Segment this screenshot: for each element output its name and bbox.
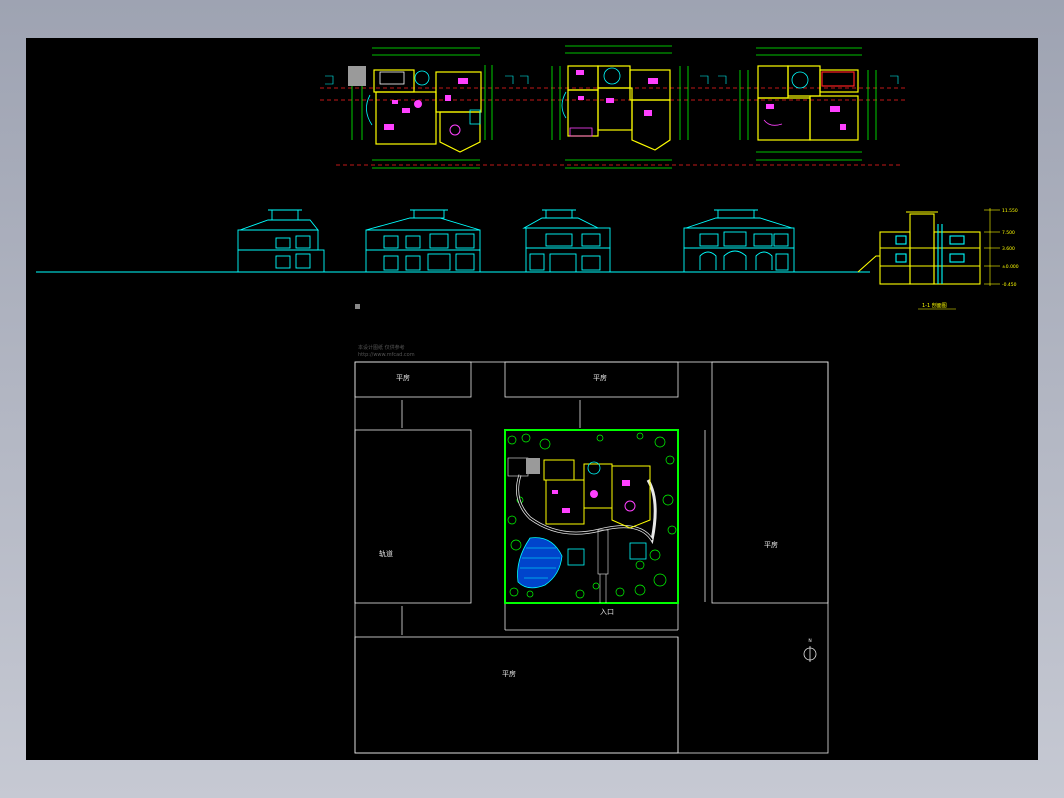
floor-plan-3 [718, 47, 899, 161]
section-title: 1-1 剖面图 [922, 302, 947, 309]
elevations: 11.550 7.500 3.600 ±0.000 -0.450 1-1 剖面图 [36, 208, 1019, 310]
block-right [711, 361, 829, 604]
cad-canvas[interactable]: 11.550 7.500 3.600 ±0.000 -0.450 1-1 剖面图… [26, 38, 1038, 760]
floor-plans [320, 45, 905, 169]
block-left [354, 429, 472, 604]
north-arrow [803, 646, 817, 662]
level-mark-1: 11.550 [1002, 208, 1018, 214]
label-right-block: 平房 [764, 540, 778, 549]
elevation-2 [365, 209, 481, 273]
elevation-1 [230, 209, 338, 273]
level-mark-2: 7.500 [1002, 230, 1015, 236]
label-south-gate: 入口 [600, 608, 614, 616]
level-mark-3: 3.600 [1002, 246, 1015, 252]
label-top-left-block: 平房 [396, 373, 410, 382]
block-top-mid [504, 361, 679, 398]
marker-square [355, 304, 360, 309]
level-marks [984, 208, 1000, 286]
elevation-4 [676, 209, 802, 273]
block-top-left [354, 361, 472, 398]
label-bottom-block: 平房 [502, 669, 516, 678]
label-left-block: 轨道 [379, 549, 393, 558]
label-top-mid-block: 平房 [593, 373, 607, 382]
garden-lot [504, 429, 679, 604]
block-bottom [354, 636, 679, 754]
level-mark-4: ±0.000 [1002, 264, 1019, 270]
elevation-3 [522, 209, 611, 273]
floor-plan-1 [325, 47, 514, 169]
north-label: N [808, 638, 811, 644]
level-mark-5: -0.450 [1002, 282, 1017, 288]
site-plan: 平房 平房 轨道 平房 平房 入口 N [354, 361, 829, 754]
drawing-svg: 11.550 7.500 3.600 ±0.000 -0.450 1-1 剖面图… [36, 45, 1019, 754]
floor-plan-2 [520, 45, 709, 169]
section-1-1 [857, 211, 981, 285]
credit-line-1: 本设计图纸 仅供参考 [358, 344, 405, 351]
credit-line-2: http://www.mfcad.com [358, 352, 415, 358]
